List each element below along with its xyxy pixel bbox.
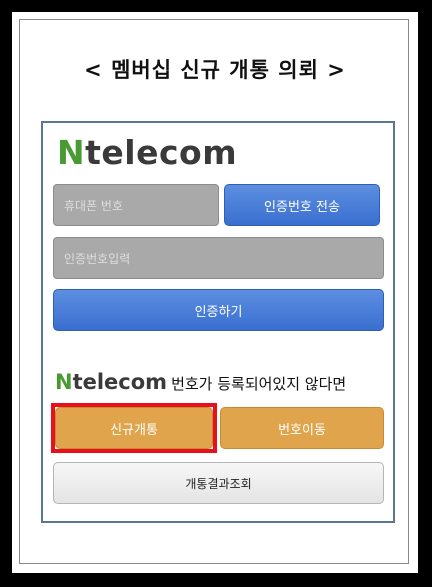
verify-button[interactable]: 인증하기 xyxy=(53,289,384,331)
phone-input-placeholder: 휴대폰 번호 xyxy=(64,198,124,213)
page-frame: < 멤버십 신규 개통 의뢰 > Ntelecom 휴대폰 번호 인증번호 전송… xyxy=(12,12,418,573)
number-port-label: 번호이동 xyxy=(278,422,326,438)
send-code-label: 인증번호 전송 xyxy=(264,199,340,215)
logo-text: telecom xyxy=(85,133,238,172)
highlight-box xyxy=(51,403,217,453)
phone-input[interactable]: 휴대폰 번호 xyxy=(53,184,219,226)
logo-small-text: telecom xyxy=(72,370,168,394)
code-input[interactable]: 인증번호입력 xyxy=(53,237,384,279)
number-port-button[interactable]: 번호이동 xyxy=(220,407,384,449)
verify-label: 인증하기 xyxy=(194,304,243,320)
result-lookup-button[interactable]: 개통결과조회 xyxy=(53,462,384,504)
logo-small-n: N xyxy=(55,370,73,394)
auth-panel: Ntelecom 휴대폰 번호 인증번호 전송 인증번호입력 인증하기 Ntel… xyxy=(41,121,395,523)
ntelecom-logo-small: Ntelecom xyxy=(55,370,167,394)
send-code-button[interactable]: 인증번호 전송 xyxy=(224,184,380,226)
result-lookup-label: 개통결과조회 xyxy=(185,476,252,491)
ntelecom-logo: Ntelecom xyxy=(57,133,237,172)
page-title: < 멤버십 신규 개통 의뢰 > xyxy=(84,58,346,82)
logo-n: N xyxy=(57,133,86,172)
notice-text: 번호가 등록되어있지 않다면 xyxy=(171,375,347,393)
code-input-placeholder: 인증번호입력 xyxy=(64,251,131,266)
unregistered-notice: Ntelecom 번호가 등록되어있지 않다면 xyxy=(55,370,346,394)
